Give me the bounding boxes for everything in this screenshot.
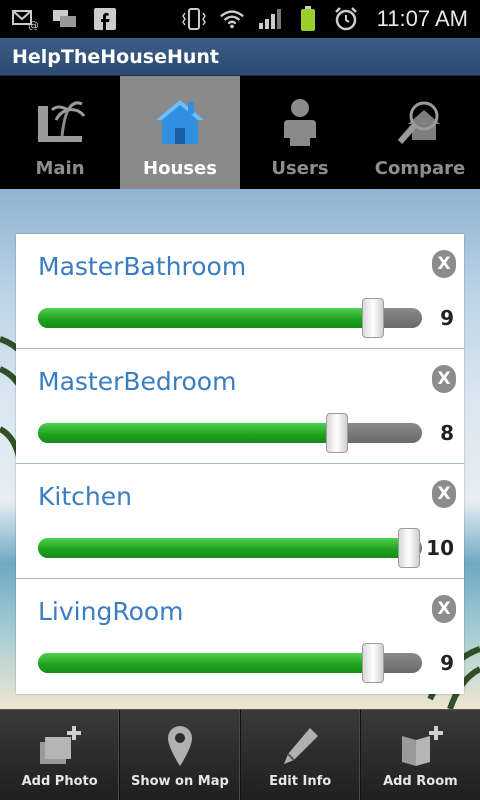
slider-thumb[interactable] — [326, 413, 348, 453]
room-rating-value: 9 — [440, 306, 454, 330]
clock-time: 11:07 AM — [376, 6, 468, 31]
room-row: Kitchen X 10 — [16, 464, 464, 579]
facebook-icon — [92, 7, 118, 31]
room-rating-slider[interactable] — [38, 643, 422, 683]
remove-room-button[interactable]: X — [432, 480, 456, 508]
app-title-bar: HelpTheHouseHunt — [0, 38, 480, 76]
edit-info-label: Edit Info — [269, 774, 332, 789]
map-pin-icon — [156, 724, 204, 768]
user-icon — [274, 96, 326, 148]
room-rating-value: 10 — [426, 536, 454, 560]
show-on-map-button[interactable]: Show on Map — [120, 710, 241, 800]
show-on-map-label: Show on Map — [130, 774, 229, 789]
room-row: MasterBedroom X 8 — [16, 349, 464, 464]
tab-users[interactable]: Users — [240, 76, 360, 189]
room-name: LivingRoom — [38, 597, 184, 626]
add-photo-button[interactable]: Add Photo — [0, 710, 121, 800]
house-icon — [154, 96, 206, 148]
beach-icon — [34, 96, 86, 148]
room-rating-slider[interactable] — [38, 413, 422, 453]
room-rating-value: 9 — [440, 651, 454, 675]
room-rating-slider[interactable] — [38, 528, 422, 568]
room-row: MasterBathroom X 9 — [16, 234, 464, 349]
slider-thumb[interactable] — [362, 643, 384, 683]
tab-compare[interactable]: Compare — [360, 76, 480, 189]
add-room-label: Add Room — [383, 774, 458, 789]
bottom-toolbar: Add Photo Show on Map Edit Info Add Room — [0, 709, 480, 800]
room-rating-value: 8 — [440, 421, 454, 445]
remove-room-button[interactable]: X — [432, 595, 456, 623]
tab-main[interactable]: Main — [0, 76, 120, 189]
add-photo-icon — [36, 724, 84, 768]
email-notification-icon: @ — [12, 7, 38, 31]
room-name: Kitchen — [38, 482, 132, 511]
chat-notification-icon — [52, 7, 78, 31]
slider-fill — [38, 538, 409, 558]
room-row: LivingRoom X 9 — [16, 579, 464, 694]
slider-fill — [38, 653, 373, 673]
svg-text:@: @ — [28, 19, 38, 30]
wifi-icon — [219, 7, 245, 31]
vibrate-icon — [181, 7, 207, 31]
app-title: HelpTheHouseHunt — [12, 45, 219, 68]
tab-houses[interactable]: Houses — [120, 76, 240, 189]
status-bar: @ 11:07 AM — [0, 0, 480, 38]
battery-icon — [295, 6, 321, 31]
add-room-icon — [396, 724, 444, 768]
battery-fill — [300, 9, 315, 31]
room-name: MasterBathroom — [38, 252, 247, 281]
remove-room-button[interactable]: X — [432, 250, 456, 278]
signal-icon — [257, 7, 283, 31]
room-list: MasterBathroom X 9 MasterBedroom X 8 Kit… — [16, 234, 464, 694]
tab-compare-label: Compare — [374, 158, 466, 179]
room-name: MasterBedroom — [38, 367, 237, 396]
slider-thumb[interactable] — [398, 528, 420, 568]
tab-users-label: Users — [271, 158, 329, 179]
tab-houses-label: Houses — [143, 158, 217, 179]
edit-info-button[interactable]: Edit Info — [241, 710, 361, 800]
tab-main-label: Main — [35, 158, 85, 179]
slider-thumb[interactable] — [362, 298, 384, 338]
pencil-icon — [276, 724, 324, 768]
slider-fill — [38, 308, 373, 328]
compare-icon — [394, 96, 446, 148]
alarm-icon — [333, 7, 359, 31]
room-rating-slider[interactable] — [38, 298, 422, 338]
slider-fill — [38, 423, 337, 443]
add-photo-label: Add Photo — [21, 774, 98, 789]
tab-bar: Main Houses Users Compare — [0, 76, 480, 189]
houses-content: MasterBathroom X 9 MasterBedroom X 8 Kit… — [0, 189, 480, 709]
remove-room-button[interactable]: X — [432, 365, 456, 393]
add-room-button[interactable]: Add Room — [361, 710, 480, 800]
